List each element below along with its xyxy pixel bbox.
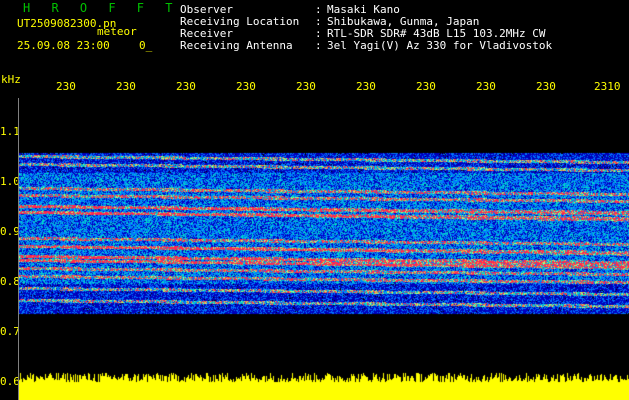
antenna-separator: : bbox=[315, 39, 322, 52]
location-label: Receiving Location bbox=[180, 15, 300, 28]
receiver-separator: : bbox=[315, 27, 322, 40]
time-tick: 230 bbox=[236, 80, 256, 93]
antenna-value: 3el Yagi(V) Az 330 for Vladivostok bbox=[327, 39, 553, 52]
antenna-label: Receiving Antenna bbox=[180, 39, 293, 52]
app-title: H R O F F T bbox=[23, 1, 180, 15]
freq-tick: 0.6 bbox=[0, 375, 20, 388]
time-tick: 230 bbox=[116, 80, 136, 93]
location-separator: : bbox=[315, 15, 322, 28]
receiver-value: RTL-SDR SDR# 43dB L15 103.2MHz CW bbox=[327, 27, 546, 40]
time-tick: 230 bbox=[56, 80, 76, 93]
freq-tick: 1.1 bbox=[0, 125, 20, 138]
time-tick: 230 bbox=[536, 80, 556, 93]
time-tick: 230 bbox=[176, 80, 196, 93]
time-tick: 230 bbox=[296, 80, 316, 93]
spectrogram bbox=[19, 98, 629, 400]
freq-tick: 0.9 bbox=[0, 225, 20, 238]
observer-label: Observer bbox=[180, 3, 233, 16]
location-value: Shibukawa, Gunma, Japan bbox=[327, 15, 480, 28]
freq-tick: 1.0 bbox=[0, 175, 20, 188]
time-tick: 2310 bbox=[594, 80, 621, 93]
meteor-label: meteor bbox=[97, 25, 137, 38]
time-tick: 230 bbox=[416, 80, 436, 93]
frequency-unit-label: kHz bbox=[1, 73, 21, 86]
time-tick: 230 bbox=[476, 80, 496, 93]
receiver-label: Receiver bbox=[180, 27, 233, 40]
freq-tick: 0.7 bbox=[0, 325, 20, 338]
observer-separator: : bbox=[315, 3, 322, 16]
freq-tick: 0.8 bbox=[0, 275, 20, 288]
meteor-count: 0_ bbox=[139, 39, 153, 52]
date-time: 25.09.08 23:00 bbox=[17, 39, 110, 52]
time-tick: 230 bbox=[356, 80, 376, 93]
observer-value: Masaki Kano bbox=[327, 3, 400, 16]
